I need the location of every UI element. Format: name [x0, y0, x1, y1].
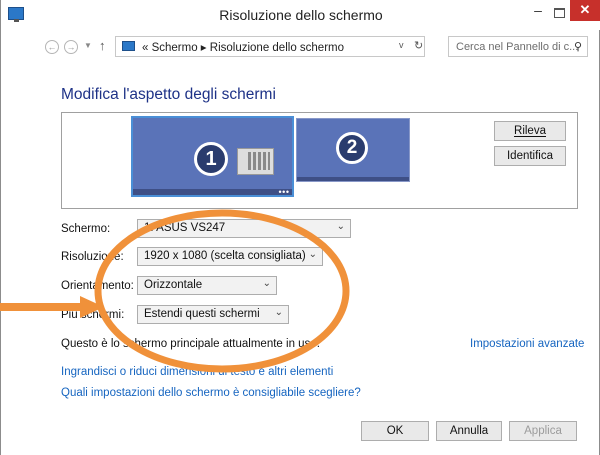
monitor-number-1: 1 — [194, 142, 228, 176]
orientation-label: Orientamento: — [61, 280, 134, 292]
screen-label: Schermo: — [61, 223, 111, 235]
identify-button[interactable]: Identifica — [494, 146, 566, 166]
multiple-displays-select-value: Estendi questi schermi — [144, 308, 260, 320]
monitor-number-2: 2 — [336, 132, 368, 164]
chevron-down-icon: ⌄ — [262, 278, 271, 289]
page-title: Modifica l'aspetto degli schermi — [61, 86, 276, 103]
advanced-settings-link[interactable]: Impostazioni avanzate — [470, 338, 584, 350]
cancel-button[interactable]: Annulla — [436, 421, 502, 441]
resolution-select[interactable]: 1920 x 1080 (scelta consigliata) ⌄ — [137, 247, 323, 266]
primary-display-note: Questo è lo schermo principale attualmen… — [61, 338, 320, 350]
orientation-select-value: Orizzontale — [144, 279, 203, 291]
detect-button[interactable]: Rileva — [494, 121, 566, 141]
search-placeholder[interactable]: Cerca nel Pannello di c... — [456, 41, 578, 53]
up-arrow-icon[interactable]: ↑ — [99, 38, 106, 53]
recent-locations-chevron-icon[interactable]: ▼ — [84, 41, 92, 50]
minimize-button[interactable]: – — [528, 3, 548, 20]
refresh-icon[interactable]: ↻ — [414, 39, 423, 52]
monitor-1-thumbnail[interactable]: 1 • • • — [131, 116, 294, 197]
detect-button-label: Rileva — [514, 125, 546, 137]
apply-button[interactable]: Applica — [509, 421, 577, 441]
text-size-link[interactable]: Ingrandisci o riduci dimensioni di testo… — [61, 366, 333, 378]
screen-select[interactable]: 1. ASUS VS247 ⌄ — [137, 219, 351, 238]
back-arrow-icon[interactable]: ← — [45, 40, 59, 54]
title-bar: Risoluzione dello schermo – ✕ — [1, 0, 600, 30]
monitor-2-thumbnail[interactable]: 2 — [296, 118, 410, 182]
resolution-select-value: 1920 x 1080 (scelta consigliata) — [144, 250, 306, 262]
chevron-down-icon: ⌄ — [308, 249, 317, 260]
taskbar-strip-2 — [297, 177, 409, 181]
chevron-down-icon: ⌄ — [274, 307, 283, 318]
address-bar[interactable]: « Schermo ▸ Risoluzione dello schermo v … — [115, 36, 425, 57]
taskbar-dots: • • • — [278, 187, 290, 197]
breadcrumb[interactable]: « Schermo ▸ Risoluzione dello schermo — [142, 40, 344, 54]
which-settings-link[interactable]: Quali impostazioni dello schermo è consi… — [61, 387, 361, 399]
identify-button-label: Identifica — [506, 150, 554, 162]
search-box[interactable]: Cerca nel Pannello di c... ⚲ — [448, 36, 588, 57]
multiple-displays-select[interactable]: Estendi questi schermi ⌄ — [137, 305, 289, 324]
search-icon[interactable]: ⚲ — [574, 40, 582, 53]
start-screen-icon — [237, 148, 274, 175]
ok-button[interactable]: OK — [361, 421, 429, 441]
multiple-displays-label: Più schermi: — [61, 309, 125, 321]
forward-arrow-icon[interactable]: → — [64, 40, 78, 54]
chevron-down-icon: ⌄ — [336, 221, 345, 232]
address-dropdown-icon[interactable]: v — [399, 40, 404, 50]
resolution-label: Risoluzione: — [61, 251, 124, 263]
screen-select-value: 1. ASUS VS247 — [144, 222, 226, 234]
control-panel-icon — [122, 41, 135, 51]
maximize-button[interactable] — [548, 4, 570, 20]
taskbar-strip: • • • — [133, 187, 292, 197]
close-button[interactable]: ✕ — [570, 0, 600, 21]
window-title: Risoluzione dello schermo — [219, 7, 383, 23]
orientation-select[interactable]: Orizzontale ⌄ — [137, 276, 277, 295]
display-settings-window: Risoluzione dello schermo – ✕ ← → ▼ ↑ « … — [0, 0, 600, 455]
